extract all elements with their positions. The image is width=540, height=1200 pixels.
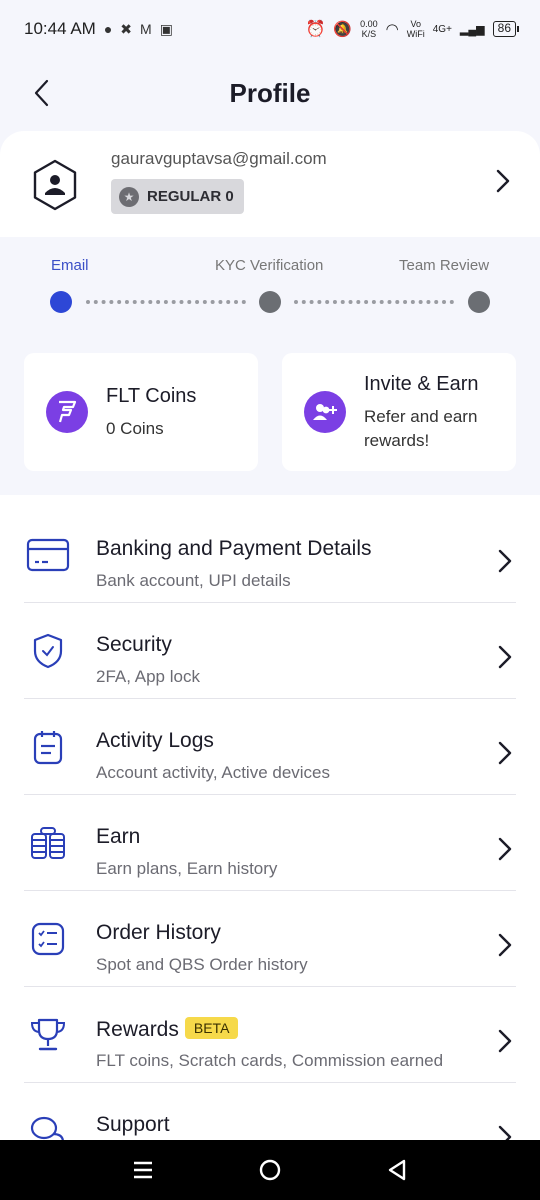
net-speed-value: 0.00 — [360, 19, 378, 29]
network-type: 4G+ — [432, 23, 452, 35]
vowifi-bottom: WiFi — [406, 29, 425, 39]
status-right: ⏰ 🔕 0.00 K/S ◠ Vo WiFi 4G+ ▂▄▆ 86 — [305, 19, 520, 39]
step-label-email: Email — [51, 257, 89, 274]
invite-earn-tile[interactable]: Invite & Earn Refer and earn rewards! — [282, 353, 516, 471]
tier-badge: ★ REGULAR 0 — [111, 179, 244, 214]
flt-coins-balance: 0 Coins — [106, 419, 164, 438]
step-connector — [86, 300, 246, 304]
menu-subtitle: Earn plans, Earn history — [96, 859, 278, 878]
menu-subtitle: 2FA, App lock — [96, 667, 200, 686]
step-label-team-review: Team Review — [399, 257, 490, 274]
mute-icon: 🔕 — [333, 21, 353, 38]
net-speed-unit: K/S — [361, 29, 377, 39]
invite-earn-subtitle-line1: Refer and earn — [364, 407, 478, 426]
circle-icon — [259, 1159, 281, 1181]
back-button[interactable] — [26, 78, 56, 108]
menu-title-text: Rewards — [96, 1018, 179, 1041]
coins-stack-icon — [26, 821, 70, 865]
header: Profile — [0, 58, 540, 128]
battery-icon: 86 — [492, 21, 520, 37]
step-dot-email — [50, 291, 72, 313]
step-dot-kyc — [259, 291, 281, 313]
triangle-back-icon — [388, 1159, 405, 1181]
chevron-right-icon — [498, 549, 512, 573]
flt-coins-title: FLT Coins — [106, 385, 197, 407]
menu-subtitle: Bank account, UPI details — [96, 571, 291, 590]
chevron-right-icon — [498, 645, 512, 669]
menu-item-earn[interactable]: Earn Earn plans, Earn history — [0, 795, 540, 891]
invite-earn-title: Invite & Earn — [364, 373, 479, 395]
menu-title: Security — [96, 633, 172, 656]
trophy-icon — [26, 1013, 70, 1057]
calendar-icon — [26, 725, 70, 769]
menu-title: Activity Logs — [96, 729, 214, 752]
flt-coin-icon — [46, 391, 88, 433]
beta-badge: BETA — [184, 1017, 239, 1039]
chevron-right-icon — [498, 933, 512, 957]
menu-item-banking[interactable]: Banking and Payment Details Bank account… — [0, 507, 540, 603]
menu-item-activity-logs[interactable]: Activity Logs Account activity, Active d… — [0, 699, 540, 795]
chevron-right-icon — [496, 169, 510, 193]
user-card[interactable]: gauravguptavsa@gmail.com ★ REGULAR 0 — [0, 131, 540, 237]
wifi-icon: ◠ — [385, 21, 399, 38]
menu-item-security[interactable]: Security 2FA, App lock — [0, 603, 540, 699]
status-bar: 10:44 AM ● ✖ M ▣ ⏰ 🔕 0.00 K/S ◠ Vo WiFi … — [0, 0, 540, 58]
transfer-notification-icon: ✖ — [120, 20, 133, 37]
net-speed: 0.00 K/S — [360, 19, 378, 39]
chevron-right-icon — [498, 1125, 512, 1140]
checklist-icon — [26, 917, 70, 961]
chat-notification-icon: ● — [103, 21, 113, 37]
menu-subtitle: FLT coins, Scratch cards, Commission ear… — [96, 1051, 444, 1070]
menu-item-rewards[interactable]: Rewards BETA FLT coins, Scratch cards, Co… — [0, 987, 540, 1083]
signal-icon: ▂▄▆ — [459, 23, 485, 36]
flt-coins-tile[interactable]: FLT Coins 0 Coins — [24, 353, 258, 471]
page-title: Profile — [229, 77, 311, 108]
menu-subtitle: Spot and QBS Order history — [96, 955, 308, 974]
menu-title: Rewards BETA — [96, 1017, 239, 1042]
settings-menu: Banking and Payment Details Bank account… — [0, 495, 540, 1140]
gmail-notification-icon: M — [140, 21, 152, 37]
menu-lines-icon — [134, 1161, 153, 1179]
verification-progress: Email KYC Verification Team Review FLT C… — [0, 237, 540, 495]
chevron-right-icon — [498, 1029, 512, 1053]
chevron-left-icon — [34, 79, 49, 107]
user-email: gauravguptavsa@gmail.com — [111, 149, 327, 168]
step-connector — [294, 300, 454, 304]
home-button[interactable] — [250, 1150, 290, 1190]
shield-icon — [26, 629, 70, 673]
status-left: 10:44 AM ● ✖ M ▣ — [24, 19, 173, 39]
menu-item-support[interactable]: Support — [0, 1083, 540, 1140]
alarm-icon: ⏰ — [305, 21, 326, 38]
menu-title: Order History — [96, 921, 221, 944]
star-icon: ★ — [119, 186, 139, 207]
menu-item-order-history[interactable]: Order History Spot and QBS Order history — [0, 891, 540, 987]
card-icon — [26, 533, 70, 577]
sim-notification-icon: ▣ — [159, 20, 173, 37]
back-nav-button[interactable] — [377, 1150, 417, 1190]
chat-bubbles-icon — [26, 1109, 70, 1140]
menu-subtitle: Account activity, Active devices — [96, 763, 331, 782]
tier-label: REGULAR 0 — [147, 188, 234, 205]
clock: 10:44 AM — [24, 19, 96, 38]
recent-apps-button[interactable] — [123, 1150, 163, 1190]
user-avatar-icon — [33, 159, 77, 211]
system-navigation-bar — [0, 1140, 540, 1200]
step-label-kyc: KYC Verification — [215, 257, 324, 274]
chevron-right-icon — [498, 741, 512, 765]
invite-earn-subtitle-line2: rewards! — [364, 431, 430, 450]
step-dot-team-review — [468, 291, 490, 313]
menu-title: Support — [96, 1113, 170, 1136]
menu-title: Banking and Payment Details — [96, 537, 372, 560]
vowifi-top: Vo — [410, 19, 421, 29]
vowifi-indicator: Vo WiFi — [407, 19, 425, 39]
chevron-right-icon — [498, 837, 512, 861]
add-friends-icon — [304, 391, 346, 433]
menu-title: Earn — [96, 825, 141, 848]
